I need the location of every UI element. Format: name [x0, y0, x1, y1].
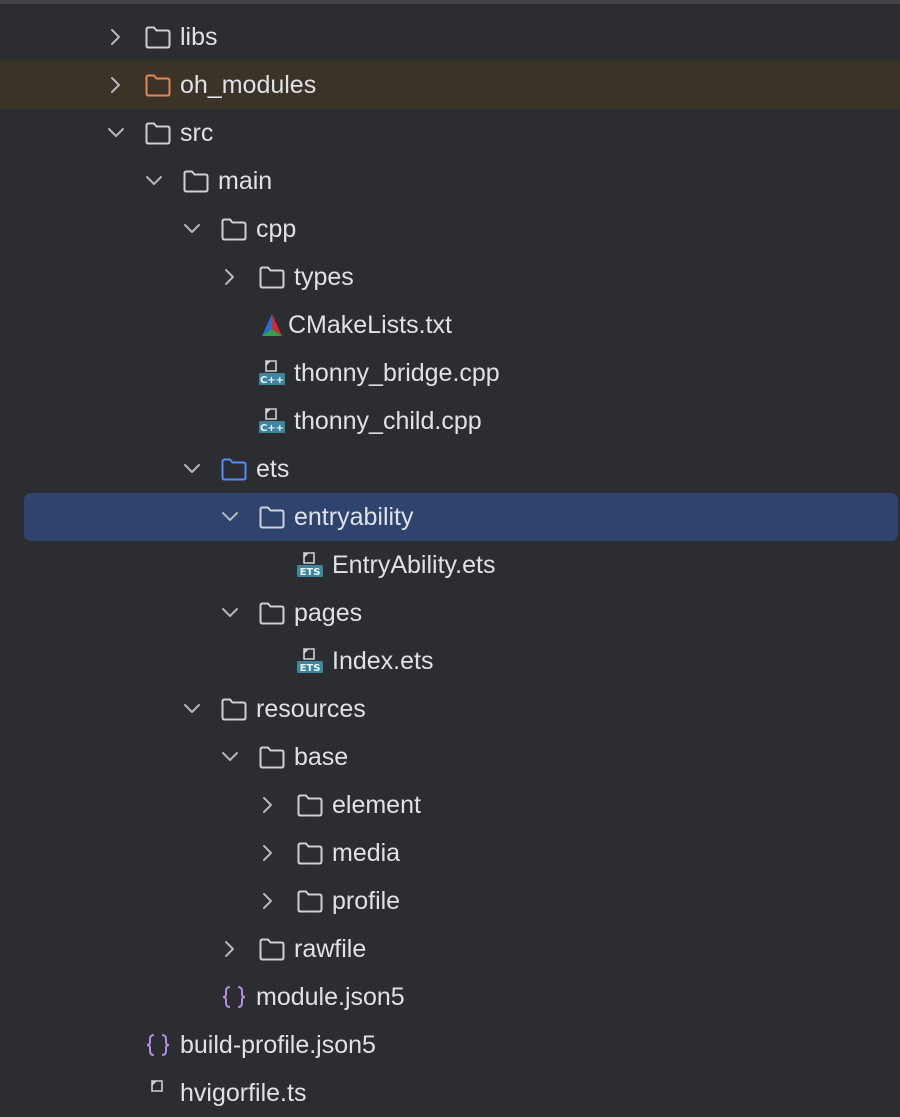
ets-file-icon: ETS — [296, 648, 324, 674]
tree-row-label: ets — [256, 455, 290, 483]
tree-row-label: hvigorfile.ts — [180, 1079, 307, 1107]
tree-row-index-ets[interactable]: ETS Index.ets — [0, 637, 900, 685]
chevron-right-icon[interactable] — [256, 889, 280, 913]
folder-icon — [144, 120, 172, 146]
tree-row-label: entryability — [294, 503, 414, 531]
svg-text:C++: C++ — [260, 423, 284, 434]
cmake-icon — [258, 312, 286, 338]
svg-text:C++: C++ — [260, 375, 284, 386]
tree-row-types[interactable]: types — [0, 253, 900, 301]
tree-row-pages[interactable]: pages — [0, 589, 900, 637]
tree-row-build-profile-json5[interactable]: build-profile.json5 — [0, 1021, 900, 1069]
tree-row-entryability-ets[interactable]: ETS EntryAbility.ets — [0, 541, 900, 589]
tree-row-label: media — [332, 839, 401, 867]
tree-row-module-json5[interactable]: module.json5 — [0, 973, 900, 1021]
tree-row-label: src — [180, 119, 214, 147]
tree-row-media[interactable]: media — [0, 829, 900, 877]
tree-row-label: EntryAbility.ets — [332, 551, 496, 579]
tree-row-label: rawfile — [294, 935, 367, 963]
tree-row-base[interactable]: base — [0, 733, 900, 781]
tree-row-label: cpp — [256, 215, 297, 243]
tree-row-label: types — [294, 263, 354, 291]
tree-row-cmakelists-txt[interactable]: CMakeLists.txt — [0, 301, 900, 349]
chevron-down-icon[interactable] — [218, 601, 242, 625]
tree-row-label: base — [294, 743, 349, 771]
tree-row-label: element — [332, 791, 421, 819]
tree-row-thonny-bridge-cpp[interactable]: C++ thonny_bridge.cpp — [0, 349, 900, 397]
tree-row-libs[interactable]: libs — [0, 13, 900, 61]
chevron-down-icon[interactable] — [180, 457, 204, 481]
chevron-right-icon[interactable] — [218, 265, 242, 289]
panel-top-border — [0, 0, 900, 4]
chevron-down-icon[interactable] — [218, 745, 242, 769]
tree-row-label: build-profile.json5 — [180, 1031, 376, 1059]
tree-row-label: pages — [294, 599, 363, 627]
tree-row-label: thonny_child.cpp — [294, 407, 482, 435]
folder-icon — [220, 696, 248, 722]
tree-row-src[interactable]: src — [0, 109, 900, 157]
tree-row-thonny-child-cpp[interactable]: C++ thonny_child.cpp — [0, 397, 900, 445]
cpp-file-icon: C++ — [258, 408, 286, 434]
json-file-icon — [144, 1032, 172, 1058]
chevron-right-icon[interactable] — [104, 73, 128, 97]
chevron-down-icon[interactable] — [180, 217, 204, 241]
folder-icon — [296, 792, 324, 818]
folder-icon — [144, 24, 172, 50]
tree-row-label: oh_modules — [180, 71, 317, 99]
chevron-down-icon[interactable] — [104, 121, 128, 145]
tree-row-entryability[interactable]: entryability — [0, 493, 900, 541]
ets-file-icon: ETS — [296, 552, 324, 578]
folder-icon — [220, 456, 248, 482]
tree-row-cpp[interactable]: cpp — [0, 205, 900, 253]
tree-row-ets[interactable]: ets — [0, 445, 900, 493]
chevron-down-icon[interactable] — [180, 697, 204, 721]
tree-row-label: CMakeLists.txt — [288, 311, 452, 339]
tree-row-label: resources — [256, 695, 366, 723]
folder-icon — [258, 600, 286, 626]
cpp-file-icon: C++ — [258, 360, 286, 386]
tree-row-label: libs — [180, 23, 218, 51]
tree-row-label: module.json5 — [256, 983, 405, 1011]
folder-icon — [296, 888, 324, 914]
chevron-right-icon[interactable] — [256, 841, 280, 865]
tree-row-label: thonny_bridge.cpp — [294, 359, 500, 387]
tree-row-main[interactable]: main — [0, 157, 900, 205]
tree-row-label: Index.ets — [332, 647, 434, 675]
folder-icon — [258, 744, 286, 770]
chevron-right-icon[interactable] — [218, 937, 242, 961]
tree-row-hvigorfile-ts[interactable]: hvigorfile.ts — [0, 1069, 900, 1117]
chevron-down-icon[interactable] — [218, 505, 242, 529]
tree-row-label: profile — [332, 887, 401, 915]
folder-icon — [144, 72, 172, 98]
project-tree[interactable]: libs oh_modules src main cpp types CMake… — [0, 13, 900, 1117]
chevron-right-icon[interactable] — [104, 25, 128, 49]
folder-icon — [296, 840, 324, 866]
tree-row-resources[interactable]: resources — [0, 685, 900, 733]
folder-icon — [182, 168, 210, 194]
tree-row-element[interactable]: element — [0, 781, 900, 829]
svg-text:ETS: ETS — [300, 567, 321, 578]
tree-row-rawfile[interactable]: rawfile — [0, 925, 900, 973]
folder-icon — [220, 216, 248, 242]
folder-icon — [258, 504, 286, 530]
tree-row-label: main — [218, 167, 273, 195]
chevron-down-icon[interactable] — [142, 169, 166, 193]
json-file-icon — [220, 984, 248, 1010]
chevron-right-icon[interactable] — [256, 793, 280, 817]
tree-row-profile[interactable]: profile — [0, 877, 900, 925]
folder-icon — [258, 936, 286, 962]
svg-text:ETS: ETS — [300, 663, 321, 674]
file-icon — [144, 1080, 172, 1106]
tree-row-oh-modules[interactable]: oh_modules — [0, 61, 900, 109]
folder-icon — [258, 264, 286, 290]
